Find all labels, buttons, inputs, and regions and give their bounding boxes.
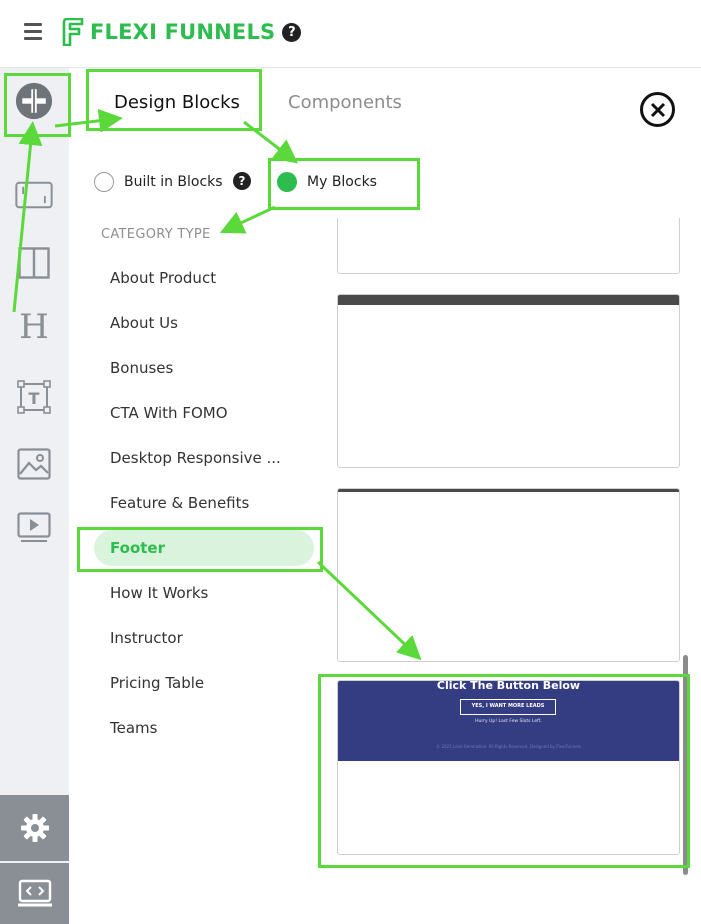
video-icon[interactable] bbox=[15, 509, 53, 547]
built-in-help-icon[interactable]: ? bbox=[233, 172, 251, 190]
category-bonuses[interactable]: Bonuses bbox=[110, 359, 173, 377]
category-about-product[interactable]: About Product bbox=[110, 269, 216, 287]
settings-icon bbox=[20, 814, 49, 842]
category-cta-with-fomo[interactable]: CTA With FOMO bbox=[110, 404, 228, 422]
block-preview-card[interactable] bbox=[337, 218, 680, 274]
built-in-blocks-label: Built in Blocks bbox=[124, 174, 223, 190]
text-icon[interactable]: T bbox=[15, 378, 53, 416]
annotation-box-my-blocks bbox=[268, 158, 420, 210]
svg-text:H: H bbox=[19, 308, 49, 342]
block-preview-card[interactable] bbox=[337, 488, 680, 662]
category-desktop-responsive[interactable]: Desktop Responsive ... bbox=[110, 449, 281, 467]
preview-dark-strip bbox=[338, 295, 679, 305]
top-bar: FLEXI FUNNELS ? bbox=[0, 0, 701, 68]
category-feature-benefits[interactable]: Feature & Benefits bbox=[110, 494, 249, 512]
preview-dark-strip bbox=[338, 489, 679, 492]
svg-text:T: T bbox=[29, 389, 40, 408]
block-preview-card[interactable] bbox=[337, 294, 680, 468]
close-icon bbox=[650, 102, 665, 117]
logo-f-icon bbox=[62, 18, 84, 46]
annotation-box-footer-preview bbox=[318, 674, 690, 868]
annotation-box-add-block bbox=[4, 73, 71, 137]
section-icon[interactable] bbox=[15, 176, 53, 214]
code-button[interactable] bbox=[0, 863, 69, 924]
flexi-funnels-logo: FLEXI FUNNELS ? bbox=[62, 18, 302, 46]
help-icon[interactable]: ? bbox=[282, 22, 302, 42]
category-about-us[interactable]: About Us bbox=[110, 314, 178, 332]
columns-icon[interactable] bbox=[15, 244, 53, 282]
category-type-heading: CATEGORY TYPE bbox=[101, 227, 211, 242]
image-icon[interactable] bbox=[15, 445, 53, 483]
hamburger-menu-icon[interactable] bbox=[24, 23, 42, 40]
tool-rail: H T bbox=[0, 68, 69, 924]
heading-icon[interactable]: H bbox=[15, 306, 53, 344]
close-panel-button[interactable] bbox=[640, 92, 675, 127]
category-teams[interactable]: Teams bbox=[110, 719, 157, 737]
tab-components[interactable]: Components bbox=[288, 92, 402, 113]
category-instructor[interactable]: Instructor bbox=[110, 629, 183, 647]
annotation-box-design-blocks bbox=[86, 69, 262, 131]
logo-text: FLEXI FUNNELS bbox=[90, 20, 276, 44]
category-how-it-works[interactable]: How It Works bbox=[110, 584, 208, 602]
annotation-box-footer bbox=[77, 527, 323, 572]
code-icon bbox=[17, 879, 52, 906]
settings-button[interactable] bbox=[0, 795, 69, 861]
category-pricing-table[interactable]: Pricing Table bbox=[110, 674, 204, 692]
built-in-blocks-radio[interactable] bbox=[94, 172, 114, 192]
